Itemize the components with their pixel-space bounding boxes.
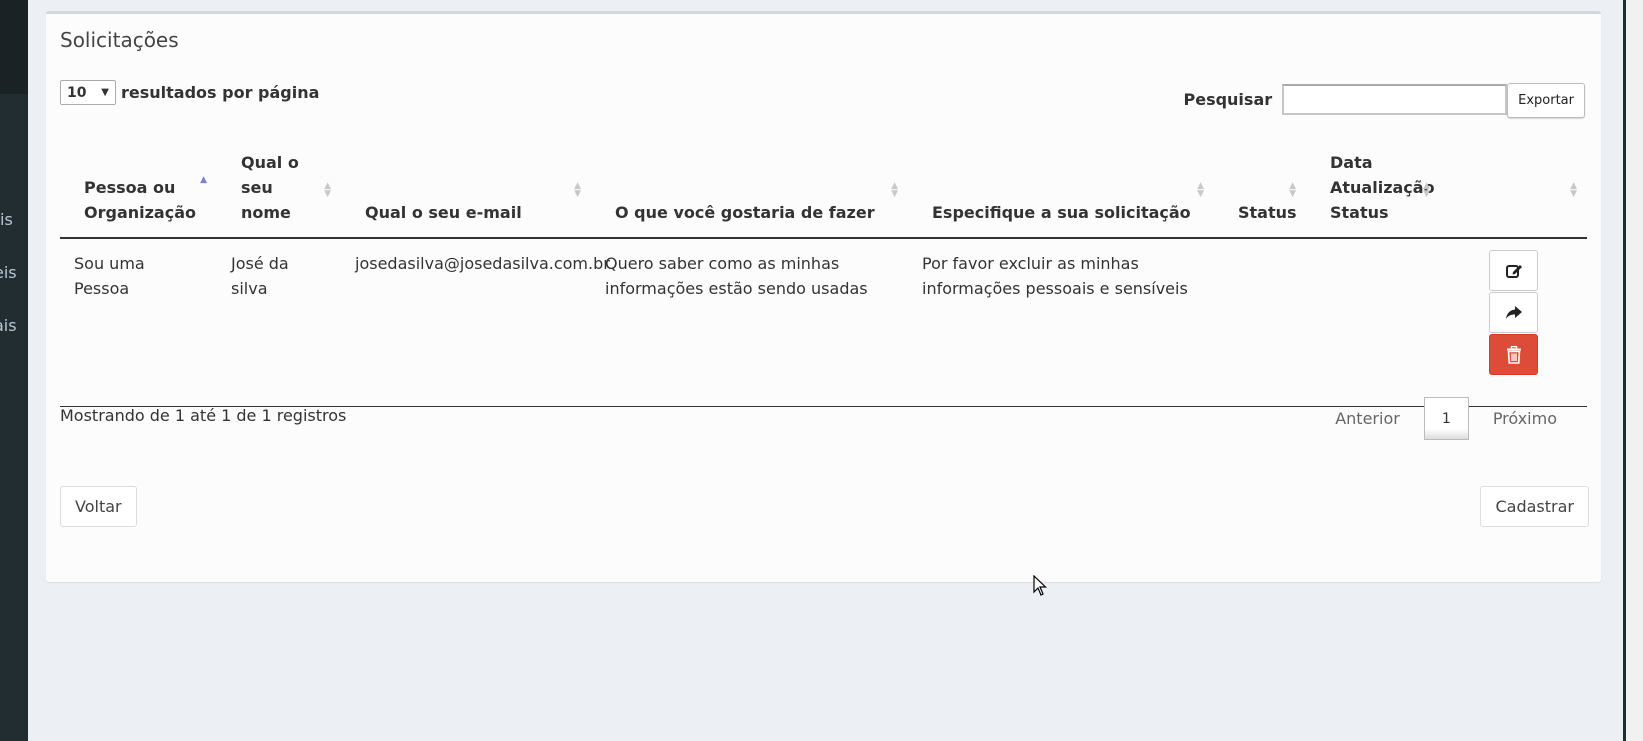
cell-solicitacao: Por favor excluir as minhas informações … [908,238,1214,407]
sidebar-item-fragment[interactable]: eis [0,263,17,282]
cell-actions [1440,238,1587,407]
sort-icon: ▲ ▼ [574,180,581,199]
column-header-label: Qual o seu nome [241,153,299,222]
column-header-data[interactable]: Data Atualização Status ▲ ▼ [1306,142,1440,239]
mouse-cursor-icon [1033,575,1047,596]
edit-icon [1505,264,1522,278]
trash-icon [1506,345,1521,364]
cell-acao: Quero saber como as minhas informações e… [591,238,908,407]
requests-table: Pessoa ou Organização ▲ Qual o seu nome ▲ ▼… [60,142,1587,407]
sidebar: is eis ais [0,0,28,741]
requests-panel: Solicitações 10 ▼ resultados por página … [46,11,1601,582]
prev-page-button[interactable]: Anterior [1321,409,1414,428]
window-edge [1623,0,1643,741]
column-header-nome[interactable]: Qual o seu nome ▲ ▼ [217,142,341,239]
page-length-label: resultados por página [121,83,320,102]
edge-bar [1623,0,1626,741]
search-control: Pesquisar Exportar [1183,80,1585,118]
column-header-acao[interactable]: O que você gostaria de fazer ▲ ▼ [591,142,908,239]
table-header-row: Pessoa ou Organização ▲ Qual o seu nome ▲ ▼… [60,142,1587,239]
sort-icon: ▲ ▼ [1197,180,1204,199]
cell-status [1214,238,1306,407]
column-header-actions[interactable]: ▲ ▼ [1440,142,1587,239]
edit-button[interactable] [1489,250,1538,291]
cell-nome: José da silva [217,238,341,407]
sidebar-item-fragment[interactable]: is [0,210,13,229]
column-header-label: Especifique a sua solicitação [932,203,1191,222]
column-header-status[interactable]: Status ▲ ▼ [1214,142,1306,239]
cell-data [1306,238,1440,407]
column-header-label: Pessoa ou Organização [84,178,196,222]
pagination: Anterior 1 Próximo [1321,397,1571,440]
page-length-control: 10 ▼ resultados por página [60,80,319,105]
column-header-label: Qual o seu e-mail [365,203,522,222]
forward-button[interactable] [1489,292,1538,333]
cell-tipo: Sou uma Pessoa [60,238,217,407]
column-header-pessoa[interactable]: Pessoa ou Organização ▲ [60,142,217,239]
sort-asc-icon: ▲ [200,174,207,185]
sort-icon: ▲ ▼ [1289,180,1296,199]
sidebar-item-fragment[interactable]: ais [0,316,17,335]
share-arrow-icon [1505,305,1522,319]
page-length-select[interactable]: 10 ▼ [60,80,116,105]
caret-down-icon: ▼ [101,87,109,98]
column-header-email[interactable]: Qual o seu e-mail ▲ ▼ [341,142,591,239]
table-info: Mostrando de 1 até 1 de 1 registros [60,406,347,425]
sort-icon: ▲ ▼ [324,180,331,199]
export-button[interactable]: Exportar [1507,83,1585,118]
cell-email: josedasilva@josedasilva.com.br [341,238,610,407]
column-header-solicitacao[interactable]: Especifique a sua solicitação ▲ ▼ [908,142,1214,239]
panel-title: Solicitações [60,28,179,52]
current-page-button[interactable]: 1 [1423,397,1469,440]
sort-icon: ▲ ▼ [1570,180,1577,199]
sidebar-header [0,0,28,94]
column-header-label: Data Atualização Status [1330,153,1435,222]
sort-icon: ▲ ▼ [891,180,898,199]
row-actions [1454,250,1573,376]
register-button[interactable]: Cadastrar [1480,486,1589,527]
column-header-label: Status [1238,203,1297,222]
search-label: Pesquisar [1183,89,1273,109]
search-input[interactable] [1282,83,1508,115]
page-length-value: 10 [67,84,87,101]
delete-button[interactable] [1489,334,1538,375]
sort-icon: ▲ ▼ [1423,180,1430,199]
column-header-label: O que você gostaria de fazer [615,203,875,222]
next-page-button[interactable]: Próximo [1479,409,1571,428]
table-row: Sou uma Pessoa José da silva josedasilva… [60,238,1587,407]
back-button[interactable]: Voltar [60,486,137,527]
